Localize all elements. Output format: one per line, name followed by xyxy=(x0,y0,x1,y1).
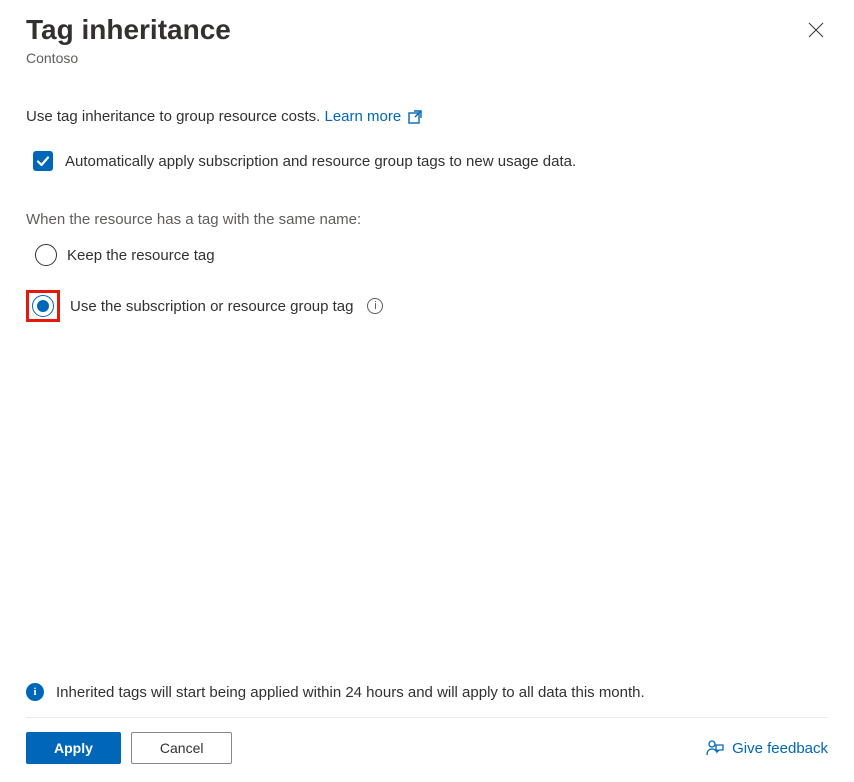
title-block: Tag inheritance Contoso xyxy=(26,12,231,66)
feedback-icon xyxy=(706,739,724,757)
radio-row-keep-resource: Keep the resource tag xyxy=(26,244,828,266)
info-banner-text: Inherited tags will start being applied … xyxy=(56,684,645,701)
radio-label-subscription: Use the subscription or resource group t… xyxy=(70,298,353,315)
info-tooltip-icon[interactable]: i xyxy=(367,298,383,314)
radio-use-subscription-tag[interactable] xyxy=(32,295,54,317)
auto-apply-label: Automatically apply subscription and res… xyxy=(65,153,576,170)
panel-footer: Apply Cancel Give feedback xyxy=(26,717,828,764)
conflict-radio-group: Keep the resource tag Use the subscripti… xyxy=(26,244,828,322)
close-button[interactable] xyxy=(804,18,828,45)
intro-text: Use tag inheritance to group resource co… xyxy=(26,108,828,125)
spacer xyxy=(26,322,828,673)
give-feedback-link[interactable]: Give feedback xyxy=(706,739,828,757)
cancel-button[interactable]: Cancel xyxy=(131,732,233,764)
info-icon: i xyxy=(26,683,44,701)
conflict-section-label: When the resource has a tag with the sam… xyxy=(26,211,828,228)
auto-apply-checkbox[interactable] xyxy=(33,151,53,171)
intro-description: Use tag inheritance to group resource co… xyxy=(26,108,320,125)
panel-title: Tag inheritance xyxy=(26,12,231,48)
info-banner: i Inherited tags will start being applie… xyxy=(26,673,828,711)
learn-more-link[interactable]: Learn more xyxy=(325,108,424,125)
apply-button[interactable]: Apply xyxy=(26,732,121,764)
panel-header: Tag inheritance Contoso xyxy=(26,12,828,66)
highlight-box xyxy=(26,290,60,322)
close-icon xyxy=(808,22,824,38)
radio-keep-resource-tag[interactable] xyxy=(35,244,57,266)
external-link-icon xyxy=(407,109,423,125)
auto-apply-checkbox-row: Automatically apply subscription and res… xyxy=(26,151,828,171)
checkmark-icon xyxy=(36,154,50,168)
panel-subtitle: Contoso xyxy=(26,50,231,66)
radio-row-use-subscription: Use the subscription or resource group t… xyxy=(26,290,828,322)
radio-label-keep: Keep the resource tag xyxy=(67,247,215,264)
feedback-label: Give feedback xyxy=(732,740,828,757)
learn-more-label: Learn more xyxy=(325,108,402,125)
